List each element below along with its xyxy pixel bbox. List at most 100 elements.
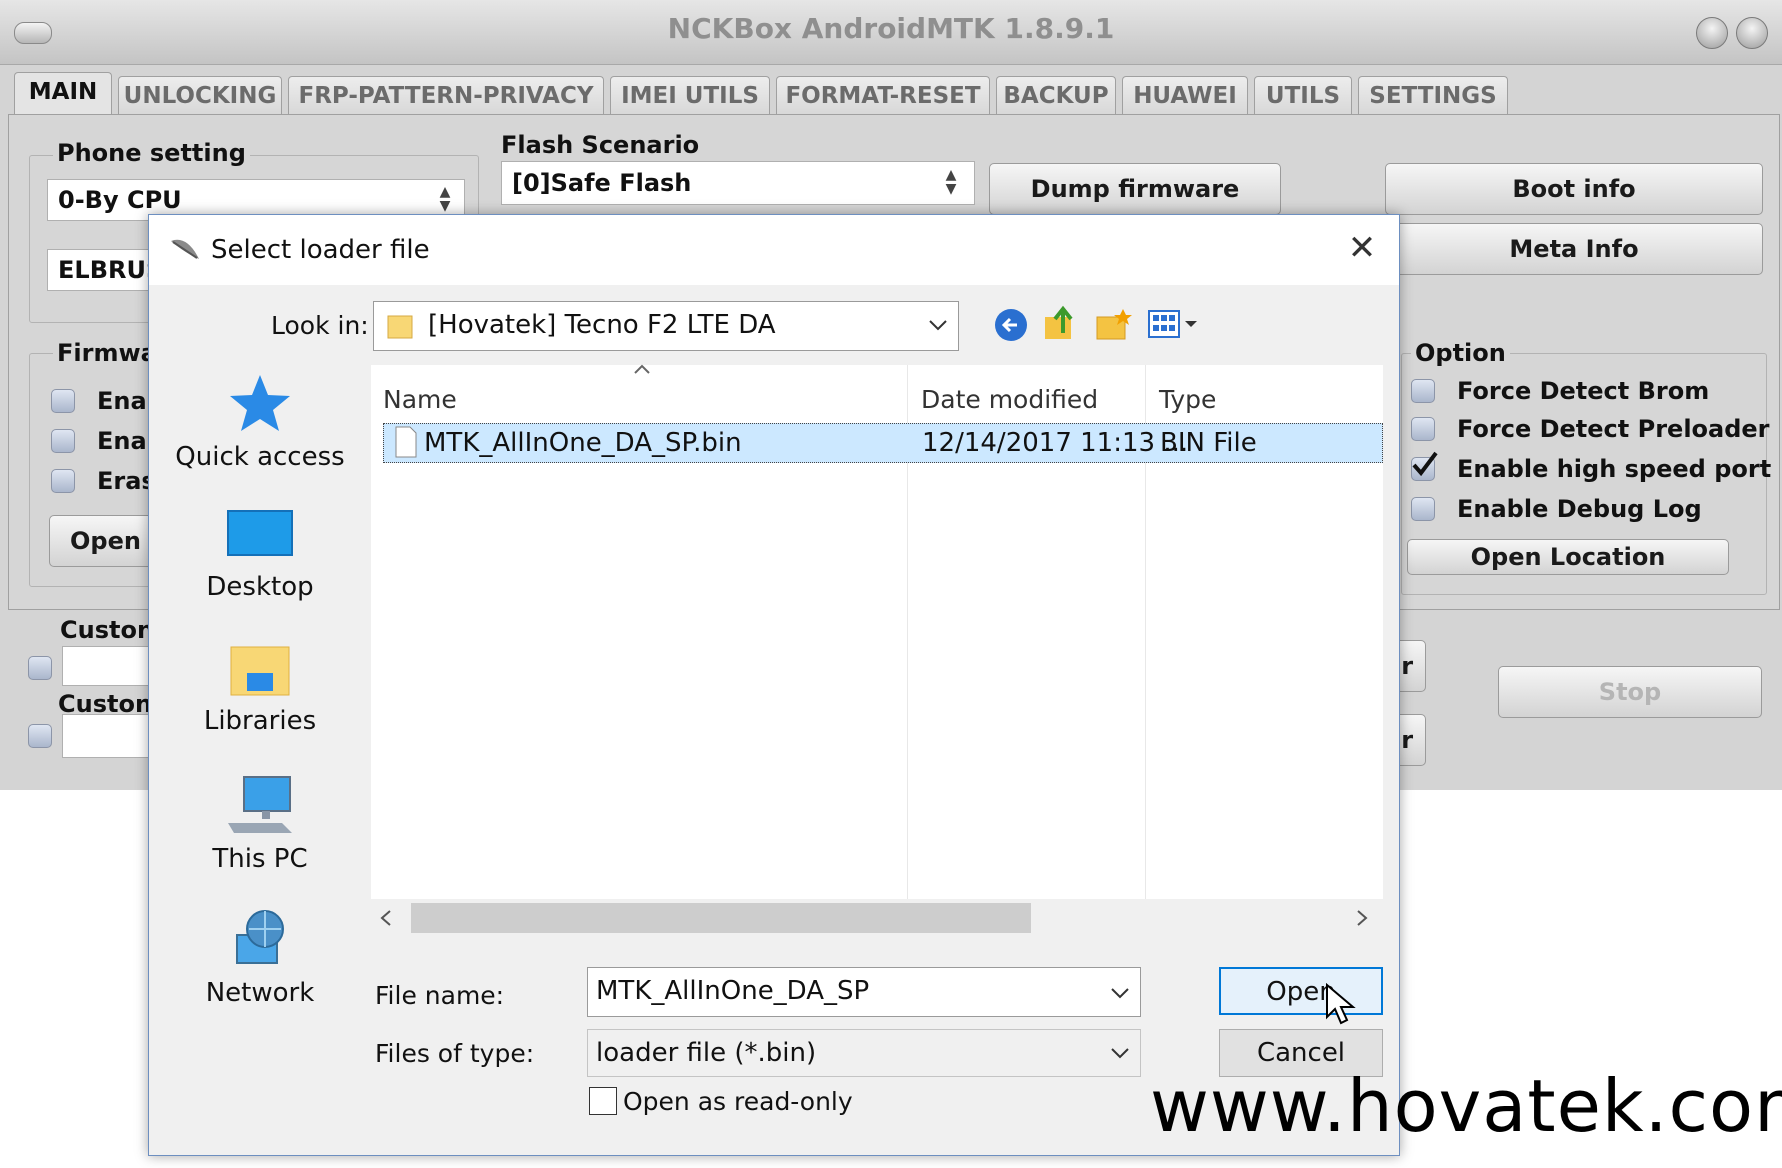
force-detect-brom-label: Force Detect Brom <box>1457 377 1710 405</box>
platform-select[interactable]: ELBRUS <box>47 249 163 291</box>
firmware-option-label-1: Enal <box>97 387 155 415</box>
enable-debug-log-label: Enable Debug Log <box>1457 495 1702 523</box>
file-date-cell: 12/14/2017 11:13 ... <box>922 428 1189 458</box>
cpu-select-value: 0-By CPU <box>58 186 182 214</box>
mouse-cursor-icon <box>1326 983 1356 1025</box>
firmware-option-checkbox-3[interactable] <box>51 469 75 493</box>
chevron-down-icon <box>929 320 947 331</box>
minimize-button[interactable] <box>1696 17 1728 49</box>
file-type-cell: BIN File <box>1160 428 1257 458</box>
app-title: NCKBox AndroidMTK 1.8.9.1 <box>667 12 1115 45</box>
spinner-arrows-icon[interactable]: ▲ ▼ <box>938 168 964 198</box>
firmware-group-label: Firmwa <box>53 339 161 367</box>
enable-high-speed-port-label: Enable high speed port <box>1457 455 1772 483</box>
place-this-pc[interactable]: This PC <box>165 773 355 874</box>
watermark: www.hovatek.com <box>1150 1064 1782 1148</box>
feather-icon <box>171 239 199 259</box>
place-desktop[interactable]: Desktop <box>165 505 355 602</box>
force-detect-preloader-label: Force Detect Preloader <box>1457 415 1770 443</box>
force-detect-brom-checkbox[interactable] <box>1411 379 1435 403</box>
custom-checkbox-1[interactable] <box>28 656 52 680</box>
firmware-option-checkbox-2[interactable] <box>51 429 75 453</box>
tab-main[interactable]: MAIN <box>14 72 112 116</box>
look-in-label: Look in: <box>271 311 369 340</box>
close-window-button[interactable] <box>1736 17 1768 49</box>
network-globe-icon <box>236 910 284 964</box>
libraries-icon <box>230 646 290 696</box>
column-name[interactable]: Name <box>383 385 457 414</box>
force-detect-preloader-checkbox[interactable] <box>1411 417 1435 441</box>
file-row[interactable]: MTK_AllInOne_DA_SP.bin 12/14/2017 11:13 … <box>383 423 1383 463</box>
tab-settings[interactable]: SETTINGS <box>1358 76 1508 114</box>
custom-checkbox-2[interactable] <box>28 724 52 748</box>
star-icon <box>230 375 290 431</box>
tab-imei-utils[interactable]: IMEI UTILS <box>610 76 770 114</box>
boot-info-button[interactable]: Boot info <box>1385 163 1763 215</box>
file-name-input[interactable]: MTK_AllInOne_DA_SP <box>587 967 1141 1017</box>
read-only-checkbox[interactable] <box>589 1087 617 1115</box>
up-folder-icon[interactable] <box>1043 303 1079 343</box>
folder-icon <box>387 315 413 339</box>
horizontal-scrollbar[interactable] <box>371 899 1383 937</box>
view-menu-icon[interactable] <box>1147 307 1199 341</box>
close-icon[interactable]: ✕ <box>1345 231 1379 267</box>
sort-ascending-icon <box>634 364 650 374</box>
place-label: This PC <box>212 844 308 874</box>
place-network[interactable]: Network <box>165 907 355 1008</box>
firmware-option-checkbox-1[interactable] <box>51 389 75 413</box>
enable-debug-log-checkbox[interactable] <box>1411 497 1435 521</box>
flash-scenario-label: Flash Scenario <box>497 131 704 159</box>
checkmark-icon <box>1412 451 1438 477</box>
flash-scenario-select[interactable]: [0]Safe Flash ▲ ▼ <box>501 161 975 205</box>
files-of-type-label: Files of type: <box>375 1039 535 1068</box>
places-bar: Quick access Desktop Libraries This PC N… <box>165 365 355 1141</box>
open-location-button[interactable]: Open Location <box>1407 539 1729 575</box>
tab-huawei[interactable]: HUAWEI <box>1122 76 1248 114</box>
dump-firmware-button[interactable]: Dump firmware <box>989 163 1281 215</box>
title-bar: NCKBox AndroidMTK 1.8.9.1 <box>0 0 1782 65</box>
spinner-arrows-icon[interactable]: ▲ ▼ <box>432 185 458 215</box>
back-arrow-icon[interactable] <box>993 307 1029 343</box>
read-only-label: Open as read-only <box>623 1087 853 1116</box>
chevron-down-icon[interactable] <box>1110 986 1130 1000</box>
tab-utils[interactable]: UTILS <box>1254 76 1352 114</box>
files-of-type-value: loader file (*.bin) <box>596 1038 817 1068</box>
desktop-icon <box>227 510 293 556</box>
file-name-label: File name: <box>375 981 505 1010</box>
files-of-type-select[interactable]: loader file (*.bin) <box>587 1029 1141 1077</box>
custom-field-1[interactable] <box>62 646 162 686</box>
file-list: Name Date modified Type MTK_AllInOne_DA_… <box>371 364 1383 899</box>
chevron-down-icon <box>1111 1048 1129 1059</box>
scroll-right-icon[interactable] <box>1355 909 1369 927</box>
place-label: Network <box>205 978 315 1008</box>
file-icon <box>395 426 417 458</box>
place-quick-access[interactable]: Quick access <box>165 371 355 472</box>
tab-frp-pattern-privacy[interactable]: FRP-PATTERN-PRIVACY <box>288 76 604 114</box>
file-name-value: MTK_AllInOne_DA_SP <box>596 976 870 1006</box>
tab-unlocking[interactable]: UNLOCKING <box>118 76 282 114</box>
phone-setting-label: Phone setting <box>53 139 250 167</box>
flash-scenario-value: [0]Safe Flash <box>512 169 692 197</box>
custom-label-1: Custon <box>60 616 155 644</box>
tab-format-reset[interactable]: FORMAT-RESET <box>776 76 990 114</box>
stop-button[interactable]: Stop <box>1498 666 1762 718</box>
firmware-option-label-2: Enal <box>97 427 155 455</box>
scrollbar-thumb[interactable] <box>411 903 1031 933</box>
firmware-option-label-3: Eras <box>97 467 156 495</box>
scroll-left-icon[interactable] <box>379 909 393 927</box>
enable-high-speed-port-checkbox[interactable] <box>1411 451 1438 481</box>
place-label: Desktop <box>206 572 314 602</box>
dialog-title-bar: Select loader file ✕ <box>149 215 1399 285</box>
select-loader-dialog: Select loader file ✕ Look in: [Hovatek] … <box>148 214 1400 1156</box>
meta-info-button[interactable]: Meta Info <box>1385 223 1763 275</box>
custom-field-2[interactable] <box>62 714 162 758</box>
column-type[interactable]: Type <box>1159 385 1216 414</box>
place-libraries[interactable]: Libraries <box>165 639 355 736</box>
look-in-value: [Hovatek] Tecno F2 LTE DA <box>428 310 776 340</box>
tab-backup[interactable]: BACKUP <box>996 76 1116 114</box>
file-name-cell: MTK_AllInOne_DA_SP.bin <box>424 428 742 458</box>
new-folder-icon[interactable] <box>1095 305 1133 343</box>
look-in-select[interactable]: [Hovatek] Tecno F2 LTE DA <box>373 301 959 351</box>
column-date-modified[interactable]: Date modified <box>921 385 1098 414</box>
place-label: Quick access <box>175 442 345 472</box>
